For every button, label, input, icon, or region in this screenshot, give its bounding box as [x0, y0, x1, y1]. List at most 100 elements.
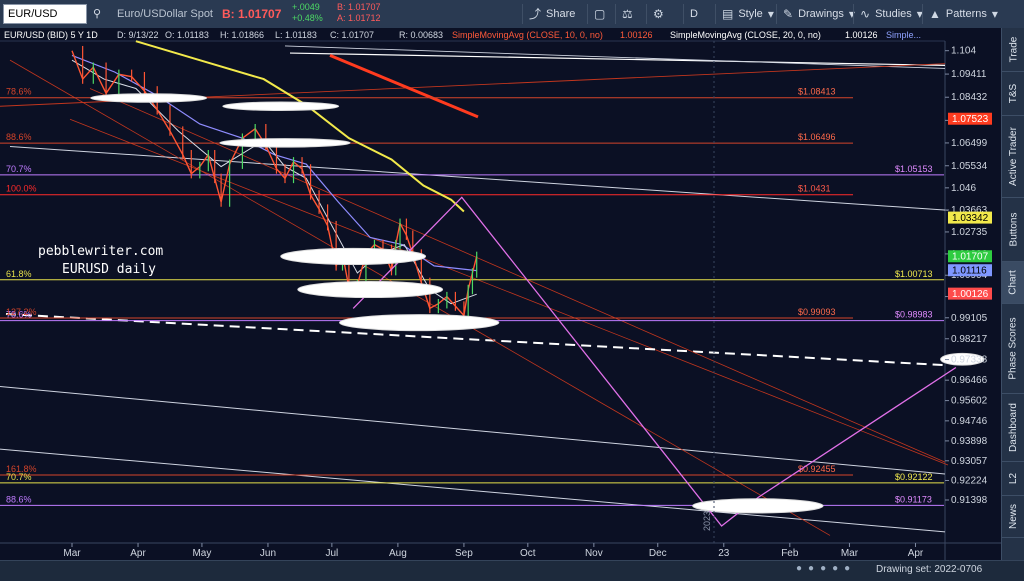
- watermark-site: pebblewriter.com: [38, 244, 163, 259]
- side-tab-l2[interactable]: L2: [1002, 462, 1024, 496]
- studies-label: Studies: [875, 8, 912, 20]
- side-tab-label: News: [1008, 503, 1020, 530]
- x-tick-label-9: Dec: [649, 548, 667, 559]
- y-tick-label-17: 0.94746: [951, 416, 988, 427]
- bid-price: B: 1.01707: [222, 7, 282, 21]
- header-date: D: 9/13/22: [117, 30, 159, 40]
- y-tick-label-8: 1.02735: [951, 227, 988, 238]
- y-tick-label-19: 0.93057: [951, 456, 988, 467]
- price-badge-label-4: 1.00126: [952, 289, 989, 300]
- side-tab-trade[interactable]: Trade: [1002, 28, 1024, 72]
- y-tick-label-2: 1.08432: [951, 92, 988, 103]
- period-label: D: [690, 8, 698, 20]
- side-tab-dashboard[interactable]: Dashboard: [1002, 394, 1024, 462]
- header-close: C: 1.01707: [330, 30, 374, 40]
- x-tick-label-1: Apr: [130, 548, 146, 559]
- fullscreen-button[interactable]: ▢: [587, 4, 611, 24]
- flask-button[interactable]: ⚖: [615, 4, 639, 24]
- side-tab-label: L2: [1008, 472, 1019, 485]
- y-tick-label-0: 1.104: [951, 46, 976, 57]
- fib-right-label-1: $1.06496: [798, 132, 836, 142]
- fib-left-label-2: 70.7%: [6, 164, 32, 174]
- pencil-icon: ✎: [783, 7, 794, 21]
- y-tick-label-15: 0.96466: [951, 375, 988, 386]
- top-toolbar: ⚲ Euro/USDollar Spot B: 1.01707 +.0049 +…: [0, 0, 1024, 29]
- year-label: 2023: [702, 511, 712, 531]
- watermark-name: EURUSD daily: [62, 262, 156, 277]
- fib-right-label-7: $0.92455: [798, 464, 836, 474]
- side-tab-label: Phase Scores: [1008, 317, 1020, 380]
- fib-left-label-0: 78.6%: [6, 87, 32, 97]
- change-abs: +.0049: [292, 2, 320, 12]
- highlight-ellipse-4: [297, 280, 444, 299]
- fib-right-label-3: $1.0431: [798, 184, 831, 194]
- x-tick-label-12: Mar: [841, 548, 859, 559]
- header-open: O: 1.01183: [165, 30, 209, 40]
- x-tick-label-2: May: [192, 548, 211, 559]
- side-tab-phase-scores[interactable]: Phase Scores: [1002, 304, 1024, 394]
- y-tick-label-13: 0.98217: [951, 334, 988, 345]
- y-tick-label-6: 1.046: [951, 183, 976, 194]
- x-tick-label-13: Apr: [908, 548, 924, 559]
- header-sma20: SimpleMovingAvg (CLOSE, 20, 0, no): [670, 30, 821, 40]
- y-tick-label-4: 1.06499: [951, 138, 988, 149]
- fib-right-label-9: $0.91173: [895, 494, 932, 504]
- price-chart[interactable]: EUR/USD (BID) 5 Y 1D D: 9/13/22 O: 1.01183…: [0, 28, 1001, 560]
- bid-small: B: 1.01707: [337, 2, 381, 12]
- highlight-ellipse-2: [219, 138, 351, 148]
- x-tick-label-7: Oct: [520, 548, 536, 559]
- x-tick-label-11: Feb: [781, 548, 799, 559]
- header-sma10: SimpleMovingAvg (CLOSE, 10, 0, no): [452, 30, 603, 40]
- status-bar: ●●●●● Drawing set: 2022-0706: [0, 560, 1024, 581]
- magnifier-icon: ⚲: [92, 8, 102, 20]
- patterns-button[interactable]: ▲ Patterns ▾: [922, 4, 1004, 24]
- y-tick-label-14: 0.97338: [951, 355, 988, 366]
- side-tab-label: Chart: [1008, 270, 1020, 295]
- x-tick-label-4: Jul: [325, 548, 338, 559]
- highlight-ellipse-5: [339, 314, 500, 332]
- header-sma10-value: 1.00126: [620, 30, 653, 40]
- side-tab-t-s[interactable]: T&S: [1002, 72, 1024, 116]
- chevron-down-icon: ▾: [767, 7, 774, 21]
- studies-icon: ∿: [860, 7, 871, 21]
- fib-left-label-4: 61.8%: [6, 269, 32, 279]
- side-tab-label: Buttons: [1008, 212, 1020, 247]
- header-low: L: 1.01183: [275, 30, 317, 40]
- fib-right-label-6: $0.99093: [798, 307, 836, 317]
- bid-ask-box: B: 1.01707 A: 1.01712: [337, 2, 381, 23]
- highlight-ellipse-1: [222, 101, 340, 112]
- settings-button[interactable]: ⚙: [646, 4, 670, 24]
- side-tab-buttons[interactable]: Buttons: [1002, 198, 1024, 262]
- style-button[interactable]: ▤ Style ▾: [715, 4, 780, 24]
- highlight-ellipse-3: [280, 247, 427, 265]
- patterns-icon: ▲: [929, 7, 941, 21]
- y-tick-label-1: 1.09411: [951, 69, 987, 80]
- y-tick-label-5: 1.05534: [951, 161, 988, 172]
- symbol-input[interactable]: [3, 4, 87, 24]
- price-badge-label-2: 1.01707: [952, 252, 989, 263]
- drawings-button[interactable]: ✎ Drawings ▾: [776, 4, 861, 24]
- side-tab-chart[interactable]: Chart: [1002, 262, 1024, 304]
- side-tab-news[interactable]: News: [1002, 496, 1024, 538]
- style-label: Style: [738, 8, 763, 20]
- fib-right-label-2: $1.05153: [895, 164, 933, 174]
- side-tab-label: Dashboard: [1008, 403, 1020, 452]
- gear-icon: ⚙: [653, 7, 664, 21]
- fib-right-label-0: $1.08413: [798, 87, 836, 97]
- x-tick-label-3: Jun: [260, 548, 276, 559]
- highlight-ellipse-6: [692, 498, 824, 514]
- fib-left-label-8: 70.7%: [6, 472, 32, 482]
- status-icons[interactable]: ●●●●●: [796, 563, 856, 574]
- y-tick-label-12: 0.99105: [951, 313, 988, 324]
- x-tick-label-10: 23: [718, 548, 730, 559]
- studies-button[interactable]: ∿ Studies ▾: [853, 4, 929, 24]
- drawing-set-label[interactable]: Drawing set: 2022-0706: [876, 564, 982, 575]
- side-tab-active-trader[interactable]: Active Trader: [1002, 116, 1024, 198]
- chevron-down-icon: ▾: [991, 7, 998, 21]
- style-icon: ▤: [722, 7, 734, 21]
- share-button[interactable]: ⤴ Share: [522, 4, 581, 24]
- period-button[interactable]: D: [683, 4, 708, 24]
- chart-area[interactable]: EUR/USD (BID) 5 Y 1D D: 9/13/22 O: 1.01183…: [0, 28, 1001, 560]
- y-tick-label-21: 0.91398: [951, 495, 988, 506]
- symbol-search-button[interactable]: ⚲: [90, 4, 104, 24]
